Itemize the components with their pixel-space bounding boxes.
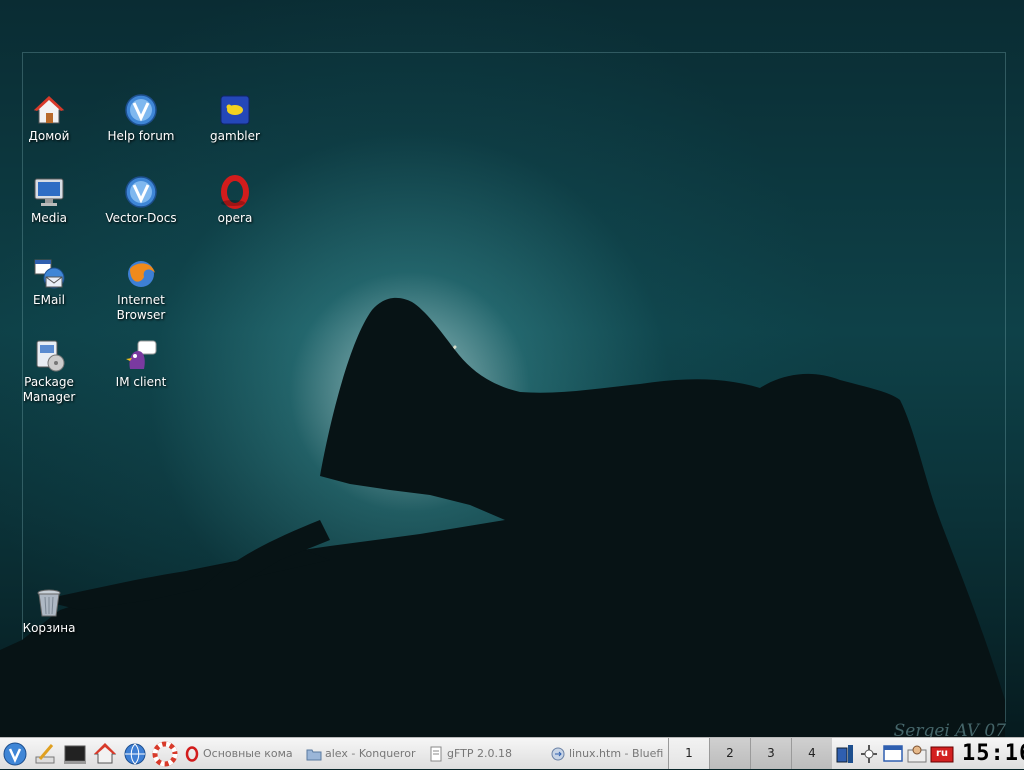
- email-icon: [34, 259, 65, 289]
- desktop-icon-label: opera: [217, 211, 253, 225]
- task-label: Основные кома: [203, 747, 293, 760]
- desktop: Домой Help forum gambler Media Vector-Do…: [0, 0, 1024, 737]
- desktop-icon-label: Internet Browser: [116, 293, 166, 322]
- vector-globe-icon: [125, 94, 157, 126]
- workspace-1-button[interactable]: 1: [668, 738, 709, 769]
- network-icon[interactable]: [858, 742, 880, 766]
- opera-icon: [185, 746, 199, 762]
- task-bluefish[interactable]: linux.htm - Bluefi: [550, 742, 666, 766]
- keyboard-layout-indicator[interactable]: ru: [930, 742, 954, 766]
- browser-icon[interactable]: [122, 741, 148, 767]
- workspace-3-button[interactable]: 3: [750, 738, 791, 769]
- desktop-icon-email[interactable]: EMail: [4, 257, 94, 308]
- document-icon: [430, 746, 442, 762]
- desktop-icon-im-client[interactable]: IM client: [96, 339, 186, 390]
- battery-icon[interactable]: [834, 742, 856, 766]
- desktop-icon-label: Vector-Docs: [105, 211, 177, 225]
- desktop-icon-internet-browser[interactable]: Internet Browser: [96, 257, 186, 323]
- taskbar: Основные кома alex - Konqueror gFTP 2.0.…: [0, 737, 1024, 769]
- vector-menu-icon[interactable]: [2, 741, 28, 767]
- task-label: gFTP 2.0.18: [447, 747, 512, 760]
- layout-indicator-label: ru: [935, 748, 949, 759]
- bluefish-icon: [551, 747, 565, 761]
- desktop-icon-trash[interactable]: Корзина: [4, 585, 94, 636]
- desktop-icon-vector-docs[interactable]: Vector-Docs: [96, 175, 186, 226]
- desktop-icon-label: Корзина: [22, 621, 76, 635]
- workspace-2-button[interactable]: 2: [709, 738, 750, 769]
- desktop-icon-label: EMail: [33, 293, 65, 307]
- desktop-icon-media[interactable]: Media: [4, 175, 94, 226]
- package-icon: [36, 340, 65, 372]
- task-opera[interactable]: Основные кома: [184, 742, 300, 766]
- wallpaper-signature: Sergei AV 07: [893, 721, 1006, 737]
- window-list-icon[interactable]: [882, 742, 904, 766]
- im-icon: [126, 340, 157, 369]
- trash-icon: [37, 589, 61, 617]
- editor-icon[interactable]: [32, 741, 58, 767]
- task-gftp[interactable]: gFTP 2.0.18: [428, 742, 546, 766]
- desktop-icon-home[interactable]: Домой: [4, 93, 94, 144]
- task-label: alex - Konqueror: [325, 747, 416, 760]
- desktop-icon-label: Media: [30, 211, 68, 225]
- desktop-icon-label: Домой: [28, 129, 70, 143]
- task-konqueror[interactable]: alex - Konqueror: [306, 742, 424, 766]
- user-icon[interactable]: [906, 742, 928, 766]
- desktop-icon-label: gambler: [210, 129, 260, 143]
- workspace-4-button[interactable]: 4: [791, 738, 832, 769]
- vector-globe-icon: [125, 176, 157, 208]
- desktop-icon-label: Help forum: [107, 129, 175, 143]
- terminal-icon[interactable]: [62, 741, 88, 767]
- opera-icon: [221, 175, 249, 209]
- monitor-icon: [34, 178, 64, 206]
- desktop-icon-gambler[interactable]: gambler: [190, 93, 280, 144]
- desktop-icon-package-manager[interactable]: Package Manager: [4, 339, 94, 405]
- desktop-icon-help-forum[interactable]: Help forum: [96, 93, 186, 144]
- home-icon[interactable]: [92, 741, 118, 767]
- desktop-icon-opera[interactable]: opera: [190, 175, 280, 226]
- desktop-icon-label: IM client: [115, 375, 167, 389]
- task-label: linux.htm - Bluefi: [569, 747, 664, 760]
- gambler-icon: [220, 95, 250, 125]
- browser-icon: [128, 261, 155, 287]
- desktop-icon-label: Package Manager: [22, 375, 76, 404]
- clock[interactable]: 15:16: [962, 738, 1024, 769]
- home-icon: [33, 96, 65, 124]
- folder-icon: [306, 749, 322, 761]
- help-icon[interactable]: [152, 741, 178, 767]
